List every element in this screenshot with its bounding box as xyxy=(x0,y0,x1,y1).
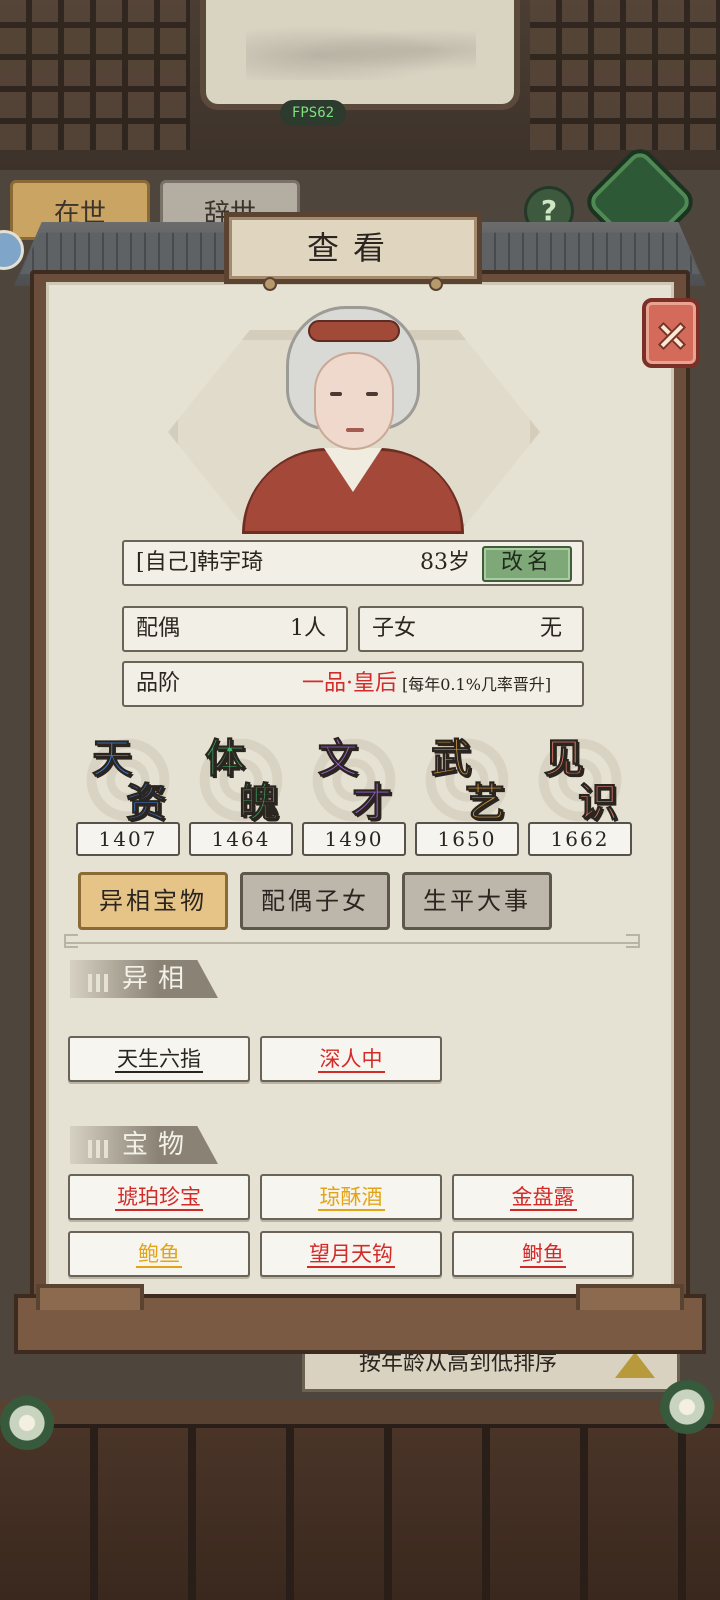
treasure-label: 鲥鱼 xyxy=(520,1242,566,1268)
tab-spouse-children[interactable]: 配偶子女 xyxy=(240,872,390,930)
stat-value: 1490 xyxy=(302,822,406,856)
spouse-label: 配偶 xyxy=(136,616,181,641)
flower-decoration-icon xyxy=(0,1396,54,1450)
modal-title: 查看 xyxy=(224,212,482,291)
trait-tag[interactable]: 深人中 xyxy=(260,1036,442,1082)
stat-char-2: 识 xyxy=(578,779,619,827)
header-ornament-icon xyxy=(88,974,112,992)
treasures-title: 宝物 xyxy=(122,1130,195,1160)
spouse-value: 1人 xyxy=(290,616,326,641)
treasure-tag[interactable]: 鲥鱼 xyxy=(452,1231,634,1277)
treasure-tag[interactable]: 望月天钩 xyxy=(260,1231,442,1277)
traits-title: 异相 xyxy=(122,964,195,994)
stat-value: 1662 xyxy=(528,822,632,856)
character-portrait xyxy=(238,298,468,534)
close-button[interactable] xyxy=(642,298,700,368)
tab-traits-treasures[interactable]: 异相宝物 xyxy=(78,872,228,930)
portrait-headband xyxy=(308,320,400,342)
stat-value: 1650 xyxy=(415,822,519,856)
stat-char-2: 艺 xyxy=(465,779,506,827)
treasure-label: 琼酥酒 xyxy=(317,1185,385,1211)
children-value: 无 xyxy=(539,616,562,641)
rank-label: 品阶 xyxy=(136,671,181,696)
children-row: 子女 无 xyxy=(358,606,584,652)
tab-life-events[interactable]: 生平大事 xyxy=(402,872,552,930)
treasure-label: 望月天钩 xyxy=(307,1242,395,1268)
character-name: [自己]韩宇琦 xyxy=(136,550,264,575)
treasure-label: 琥珀珍宝 xyxy=(115,1185,203,1211)
children-label: 子女 xyxy=(372,616,417,641)
header-ornament-icon xyxy=(88,1140,112,1158)
treasure-tag[interactable]: 琥珀珍宝 xyxy=(68,1174,250,1220)
treasure-tag[interactable]: 金盘露 xyxy=(452,1174,634,1220)
painting-scroll xyxy=(200,0,520,110)
treasures-section-header: 宝物 xyxy=(70,1126,218,1164)
stat-literacy: 文 才 1490 xyxy=(302,726,406,858)
treasure-tag[interactable]: 鲍鱼 xyxy=(68,1231,250,1277)
sort-triangle-icon xyxy=(615,1352,655,1378)
spouse-row: 配偶 1人 xyxy=(122,606,348,652)
treasure-label: 金盘露 xyxy=(509,1185,577,1211)
floor-railing xyxy=(0,1400,720,1600)
window-lattice-right xyxy=(530,0,720,150)
stat-char-2: 才 xyxy=(352,779,393,827)
stat-value: 1464 xyxy=(189,822,293,856)
portrait-face xyxy=(314,352,394,450)
treasure-label: 鲍鱼 xyxy=(136,1242,182,1268)
stat-char-2: 魄 xyxy=(239,779,280,827)
stat-char-2: 资 xyxy=(126,779,167,827)
stat-talent: 天 资 1407 xyxy=(76,726,180,858)
fps-counter: FPS62 xyxy=(280,100,346,126)
stat-martial: 武 艺 1650 xyxy=(415,726,519,858)
flower-decoration-icon xyxy=(660,1380,714,1434)
character-age: 83岁 xyxy=(420,550,470,575)
stat-insight: 见 识 1662 xyxy=(528,726,632,858)
stat-value: 1407 xyxy=(76,822,180,856)
stat-physique: 体 魄 1464 xyxy=(189,726,293,858)
portrait-eye-right xyxy=(366,392,378,396)
window-lattice-left xyxy=(0,0,190,150)
rank-value: 一品·皇后 xyxy=(302,671,397,696)
portrait-eye-left xyxy=(330,392,342,396)
trait-tag[interactable]: 天生六指 xyxy=(68,1036,250,1082)
sort-label: 按年龄从高到低排序 xyxy=(359,1351,558,1376)
section-divider xyxy=(64,934,640,948)
modal-base xyxy=(14,1284,706,1354)
rename-button[interactable]: 改名 xyxy=(482,546,572,582)
rank-promotion-note: [每年0.1%几率晋升] xyxy=(402,675,552,694)
rank-row: 品阶 一品·皇后 [每年0.1%几率晋升] xyxy=(122,661,584,707)
traits-section-header: 异相 xyxy=(70,960,218,998)
portrait-mouth xyxy=(346,428,364,432)
character-name-row: [自己]韩宇琦 83岁 改名 xyxy=(122,540,584,586)
trait-label: 深人中 xyxy=(317,1047,385,1073)
trait-label: 天生六指 xyxy=(115,1047,203,1073)
treasure-tag[interactable]: 琼酥酒 xyxy=(260,1174,442,1220)
